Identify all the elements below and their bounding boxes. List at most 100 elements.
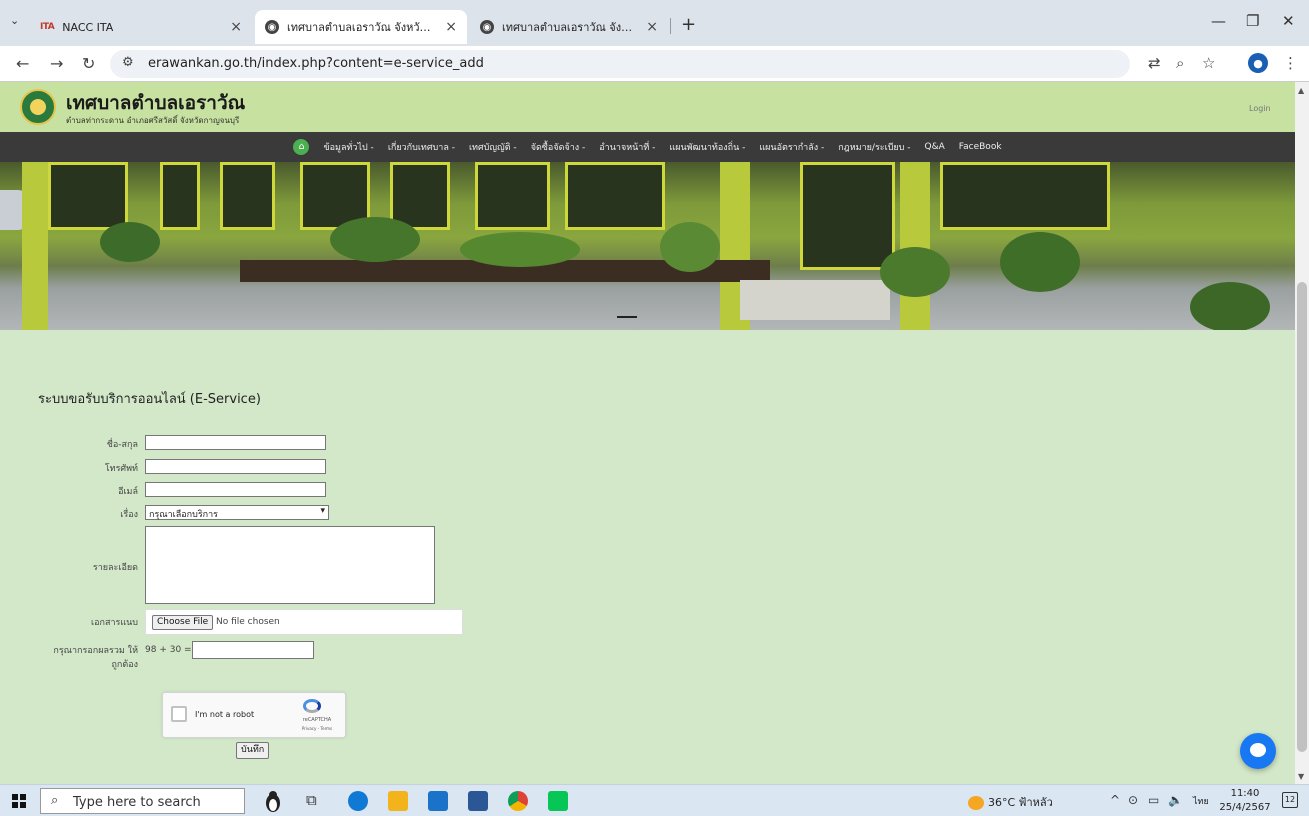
menu-procurement[interactable]: จัดซื้อจัดจ้าง - <box>531 140 586 154</box>
line-app-icon[interactable] <box>548 791 568 811</box>
menu-authority[interactable]: อำนาจหน้าที่ - <box>599 140 655 154</box>
banner-window <box>475 162 550 230</box>
browser-tab-bar: ⌄ ITA NACC ITA × ◉ เทศบาลตำบลเอราวัณ จัง… <box>0 0 1309 46</box>
page-scrollbar[interactable]: ▲ ▼ <box>1295 82 1309 784</box>
form-title: ระบบขอรับบริการออนไลน์ (E-Service) <box>38 392 261 407</box>
recaptcha-checkbox[interactable] <box>171 706 187 722</box>
name-input[interactable] <box>145 435 326 450</box>
site-settings-icon[interactable]: ⚙ <box>122 55 134 70</box>
translate-icon[interactable]: ⇄ <box>1148 54 1161 72</box>
banner-steps <box>740 280 890 320</box>
new-tab-plus-icon[interactable]: + <box>681 14 696 35</box>
banner-plant <box>880 247 950 297</box>
recaptcha-brand: reCAPTCHA <box>302 717 332 723</box>
url-omnibox[interactable]: ⚙ erawankan.go.th/index.php?content=e-se… <box>110 50 1130 78</box>
scrollbar-thumb[interactable] <box>1297 282 1307 752</box>
clock-date[interactable]: 25/4/2567 <box>1218 802 1272 813</box>
reload-icon[interactable]: ↻ <box>82 54 95 73</box>
word-icon[interactable] <box>468 791 488 811</box>
menu-local-plan[interactable]: แผนพัฒนาท้องถิ่น - <box>669 140 745 154</box>
phone-input[interactable] <box>145 459 326 474</box>
menu-laws[interactable]: กฎหมาย/ระเบียบ - <box>838 140 910 154</box>
forward-arrow-icon[interactable]: → <box>50 54 63 73</box>
zoom-icon[interactable]: ⌕ <box>1176 54 1184 72</box>
scroll-up-icon[interactable]: ▲ <box>1298 86 1304 95</box>
url-text[interactable]: erawankan.go.th/index.php?content=e-serv… <box>148 56 484 71</box>
file-upload: Choose File No file chosen <box>145 609 463 635</box>
municipality-logo[interactable] <box>20 89 56 125</box>
tab-erawan-active[interactable]: ◉ เทศบาลตำบลเอราวัณ จังหวัดกาญจน × <box>255 10 467 44</box>
chrome-icon[interactable] <box>508 791 528 811</box>
banner-window <box>48 162 128 230</box>
ita-favicon-icon: ITA <box>40 22 55 32</box>
meet-now-icon[interactable]: ⊙ <box>1128 793 1138 807</box>
edge-icon[interactable] <box>348 791 368 811</box>
recaptcha-terms-link[interactable]: Privacy - Terms <box>291 726 343 731</box>
menu-facebook[interactable]: FaceBook <box>959 142 1002 152</box>
window-close-icon[interactable]: ✕ <box>1282 12 1295 30</box>
banner-plant <box>460 232 580 267</box>
subject-label: เรื่อง <box>120 510 138 520</box>
browser-menu-icon[interactable]: ⋮ <box>1283 54 1298 72</box>
back-arrow-icon[interactable]: ← <box>16 54 29 73</box>
weather-widget[interactable]: 36°C ฟ้าหลัว <box>968 793 1053 811</box>
banner-plant <box>330 217 420 262</box>
minimize-icon[interactable]: — <box>1211 12 1226 30</box>
volume-icon[interactable]: 🔈 <box>1168 793 1183 807</box>
captcha-label-cont: ถูกต้อง <box>111 660 138 670</box>
tab-close-icon[interactable]: × <box>445 19 457 35</box>
home-icon[interactable]: ⌂ <box>293 139 310 155</box>
globe-favicon-icon: ◉ <box>480 20 494 34</box>
detail-textarea[interactable] <box>145 526 435 604</box>
clock-time[interactable]: 11:40 <box>1222 788 1268 799</box>
menu-about[interactable]: เกี่ยวกับเทศบาล - <box>388 140 455 154</box>
penguin-icon[interactable] <box>262 789 284 813</box>
main-navigation: ⌂ ข้อมูลทั่วไป - เกี่ยวกับเทศบาล - เทศบั… <box>0 132 1295 162</box>
attachment-label: เอกสารแนบ <box>91 618 138 628</box>
search-placeholder: Type here to search <box>73 795 201 810</box>
save-button[interactable]: บันทึก <box>236 742 270 759</box>
input-language[interactable]: ไทย <box>1193 794 1209 808</box>
notification-center-icon[interactable]: 12 <box>1282 792 1298 808</box>
tab-close-icon[interactable]: × <box>646 19 658 35</box>
restore-icon[interactable]: ❐ <box>1246 12 1259 30</box>
tab-close-icon[interactable]: × <box>230 19 242 35</box>
messenger-chat-icon[interactable] <box>1240 733 1276 769</box>
weather-sun-icon <box>968 796 984 810</box>
email-label: อีเมล์ <box>118 487 138 497</box>
banner-column <box>900 162 930 330</box>
menu-ordinance[interactable]: เทศบัญญัติ - <box>469 140 517 154</box>
bookmark-star-icon[interactable]: ☆ <box>1202 54 1215 72</box>
tab-search-chevron-icon[interactable]: ⌄ <box>10 14 19 27</box>
banner-slide-indicator[interactable] <box>617 316 637 318</box>
banner-window <box>940 162 1110 230</box>
profile-avatar-icon[interactable]: ● <box>1248 53 1268 73</box>
file-explorer-icon[interactable] <box>388 791 408 811</box>
windows-start-icon[interactable] <box>12 794 26 808</box>
banner-window <box>565 162 665 230</box>
menu-manpower-plan[interactable]: แผนอัตรากำลัง - <box>759 140 824 154</box>
name-label: ชื่อ-สกุล <box>106 440 138 450</box>
network-icon[interactable]: ▭ <box>1148 793 1159 807</box>
web-page: เทศบาลตำบลเอราวัณ ตำบลท่ากระดาน อำเภอศรี… <box>0 82 1295 784</box>
email-input[interactable] <box>145 482 326 497</box>
taskbar-search-box[interactable]: ⌕ Type here to search <box>40 788 245 814</box>
login-link[interactable]: Login <box>1249 104 1271 113</box>
tab-erawan-2[interactable]: ◉ เทศบาลตำบลเอราวัณ จังหวัดกาญจน × <box>470 10 668 44</box>
menu-qa[interactable]: Q&A <box>925 142 945 152</box>
tab-title: เทศบาลตำบลเอราวัณ จังหวัดกาญจน <box>502 21 638 34</box>
chevron-down-icon: ▾ <box>320 506 325 516</box>
tab-nacc-ita[interactable]: ITA NACC ITA × <box>30 10 252 44</box>
scroll-down-icon[interactable]: ▼ <box>1298 772 1304 781</box>
subject-select[interactable]: กรุณาเลือกบริการ ▾ <box>145 505 329 520</box>
search-icon: ⌕ <box>51 793 59 808</box>
chevron-up-icon[interactable]: ^ <box>1110 793 1120 807</box>
phone-label: โทรศัพท์ <box>104 464 138 474</box>
captcha-answer-input[interactable] <box>192 641 314 659</box>
banner-window <box>160 162 200 230</box>
mail-icon[interactable] <box>428 791 448 811</box>
captcha-equation: 98 + 30 = <box>145 645 192 655</box>
menu-general-info[interactable]: ข้อมูลทั่วไป - <box>323 140 373 154</box>
choose-file-button[interactable]: Choose File <box>152 615 214 630</box>
task-view-icon[interactable]: ⧉ <box>306 791 317 809</box>
